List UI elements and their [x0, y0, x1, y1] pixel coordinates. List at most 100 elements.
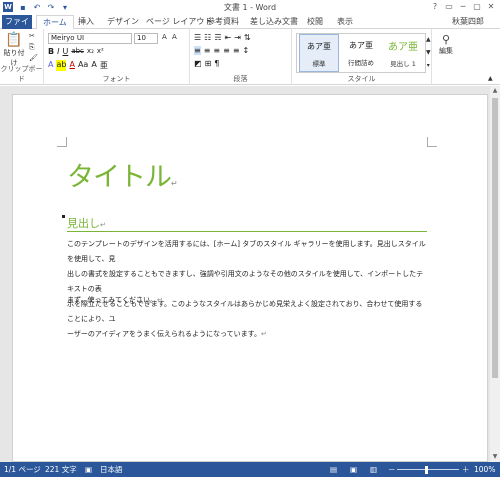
- tab-design[interactable]: デザイン: [107, 15, 139, 29]
- cut-icon[interactable]: ✂: [29, 32, 35, 40]
- distributed-icon[interactable]: ≡: [233, 46, 240, 55]
- scroll-down-icon[interactable]: ▼: [490, 452, 500, 462]
- font-size-field[interactable]: 10: [134, 33, 158, 44]
- subscript-icon[interactable]: x₂: [87, 47, 94, 56]
- ribbon-display-icon[interactable]: ▭: [442, 0, 456, 14]
- style-heading1[interactable]: あア亜 見出し 1: [383, 34, 423, 72]
- italic-icon[interactable]: I: [57, 47, 59, 56]
- scroll-thumb[interactable]: [492, 98, 498, 378]
- style-no-spacing-sample: あア亜: [349, 41, 373, 50]
- text-effects-icon[interactable]: A: [48, 60, 53, 71]
- align-right-icon[interactable]: ≡: [213, 46, 220, 55]
- web-layout-icon[interactable]: ▥: [370, 462, 377, 477]
- change-case-icon[interactable]: Aa: [78, 60, 88, 71]
- align-center-icon[interactable]: ≡: [204, 46, 211, 55]
- numbering-icon[interactable]: ☷: [204, 33, 211, 42]
- print-layout-icon[interactable]: ▣: [350, 462, 357, 477]
- page-indicator[interactable]: 1/1 ページ: [4, 462, 41, 477]
- scroll-up-icon[interactable]: ▲: [490, 86, 500, 96]
- align-row: ≡ ≡ ≡ ≡ ≡ ↕: [194, 46, 249, 55]
- paragraph-group: ☰ ☷ ☴ ⇤ ⇥ ⇅ ≡ ≡ ≡ ≡ ≡ ↕ ◩ ⊞ ¶ 段落: [190, 29, 292, 85]
- tab-home[interactable]: ホーム: [36, 15, 74, 30]
- zoom-slider-track[interactable]: [397, 469, 459, 470]
- paste-button[interactable]: 📋 貼り付け: [3, 32, 25, 68]
- bold-icon[interactable]: B: [48, 47, 54, 56]
- collapse-ribbon-icon[interactable]: ▲: [488, 75, 493, 82]
- proofing-icon[interactable]: ▣: [85, 462, 92, 477]
- read-mode-icon[interactable]: ▤: [330, 462, 337, 477]
- show-marks-icon[interactable]: ¶: [214, 59, 219, 68]
- editing-button[interactable]: ⚲ 編集: [436, 33, 456, 56]
- paragraph-mark: ↵: [260, 330, 267, 338]
- multilevel-list-icon[interactable]: ☴: [214, 33, 221, 42]
- heading-underline: [67, 231, 427, 232]
- word-count[interactable]: 221 文字: [45, 462, 77, 477]
- style-normal-name: 標準: [312, 60, 326, 68]
- sort-icon[interactable]: ⇅: [244, 33, 251, 42]
- minimize-icon[interactable]: ─: [456, 0, 470, 14]
- zoom-out-icon[interactable]: －: [388, 462, 396, 477]
- language-indicator[interactable]: 日本語: [100, 462, 123, 477]
- help-icon[interactable]: ?: [428, 0, 442, 14]
- zoom-level[interactable]: 100%: [474, 462, 495, 477]
- font-color-row: A ab A Aa A 亜: [48, 60, 108, 71]
- zoom-slider-thumb[interactable]: [425, 466, 428, 474]
- styles-scroll-icon[interactable]: ▲ ▼ ▾: [426, 33, 431, 72]
- editing-group: ⚲ 編集: [432, 29, 458, 85]
- grow-font-icon[interactable]: A: [162, 33, 167, 41]
- document-heading[interactable]: 見出し↵: [67, 215, 106, 231]
- margin-corner-top-left: [57, 137, 67, 147]
- tab-review[interactable]: 校閲: [307, 15, 323, 29]
- heading-collapse-handle[interactable]: [62, 215, 65, 218]
- font-color-icon[interactable]: A: [69, 60, 74, 71]
- paragraph-mark: ↵: [156, 296, 163, 304]
- format-painter-icon[interactable]: 🖌: [29, 54, 38, 62]
- font-format-row: B I U abc x₂ x²: [48, 47, 104, 56]
- tab-file[interactable]: ファイル: [2, 15, 32, 40]
- style-normal[interactable]: あア亜 標準: [299, 34, 339, 72]
- bullets-icon[interactable]: ☰: [194, 33, 201, 42]
- font-group: Meiryo UI 10 A A B I U abc x₂ x² A ab A …: [44, 29, 190, 85]
- increase-indent-icon[interactable]: ⇥: [234, 33, 241, 42]
- copy-icon[interactable]: ⎘: [29, 43, 35, 52]
- window-title: 文書 1 - Word: [223, 3, 277, 12]
- style-heading1-name: 見出し 1: [390, 60, 416, 68]
- close-icon[interactable]: ✕: [484, 0, 498, 14]
- font-name-field[interactable]: Meiryo UI: [48, 33, 132, 44]
- shrink-font-icon[interactable]: A: [172, 33, 177, 41]
- body-line: ーザーのアイディアをうまく伝えられるようになっています。↵: [67, 327, 427, 342]
- strikethrough-icon[interactable]: abc: [71, 47, 84, 56]
- line-spacing-icon[interactable]: ↕: [243, 46, 250, 55]
- style-gallery: あア亜 標準 あア亜 行間詰め あア亜 見出し 1: [296, 33, 426, 73]
- style-no-spacing[interactable]: あア亜 行間詰め: [341, 34, 381, 72]
- justify-icon[interactable]: ≡: [223, 46, 230, 55]
- style-normal-sample: あア亜: [307, 42, 331, 51]
- phonetic-icon[interactable]: 亜: [100, 60, 108, 71]
- document-page[interactable]: タイトル↵ 見出し↵ このテンプレートのデザインを活用するには、[ホーム] タブ…: [12, 94, 488, 462]
- superscript-icon[interactable]: x²: [97, 47, 104, 56]
- body-paragraph-1[interactable]: このテンプレートのデザインを活用するには、[ホーム] タブのスタイル ギャラリー…: [67, 237, 427, 342]
- highlight-icon[interactable]: ab: [56, 60, 67, 71]
- user-name[interactable]: 秋葉四郎: [452, 15, 484, 29]
- tab-mailings[interactable]: 差し込み文書: [250, 15, 298, 29]
- zoom-in-icon[interactable]: ＋: [462, 462, 470, 477]
- paragraph-mark: ↵: [100, 221, 106, 229]
- paragraph-group-label: 段落: [233, 75, 248, 83]
- body-line: このテンプレートのデザインを活用するには、[ホーム] タブのスタイル ギャラリー…: [67, 240, 426, 263]
- document-title[interactable]: タイトル↵: [67, 155, 178, 194]
- tab-insert[interactable]: 挿入: [78, 15, 94, 29]
- tab-view[interactable]: 表示: [337, 15, 353, 29]
- clipboard-group: 📋 貼り付け ✂ ⎘ 🖌 クリップボード: [0, 29, 44, 85]
- maximize-icon[interactable]: ▢: [470, 0, 484, 14]
- list-row: ☰ ☷ ☴ ⇤ ⇥ ⇅: [194, 33, 251, 42]
- shading-icon[interactable]: ◩: [194, 59, 202, 68]
- decrease-indent-icon[interactable]: ⇤: [225, 33, 232, 42]
- font-size-up-icon[interactable]: A: [91, 60, 96, 71]
- vertical-scrollbar[interactable]: ▲ ▼: [490, 86, 500, 462]
- borders-icon[interactable]: ⊞: [205, 59, 212, 68]
- underline-icon[interactable]: U: [62, 47, 68, 56]
- tab-references[interactable]: 参考資料: [207, 15, 239, 29]
- align-left-icon[interactable]: ≡: [194, 46, 201, 55]
- tab-page-layout[interactable]: ページ レイアウト: [146, 15, 212, 29]
- body-paragraph-2[interactable]: まず、使ってみてください。↵: [67, 294, 427, 306]
